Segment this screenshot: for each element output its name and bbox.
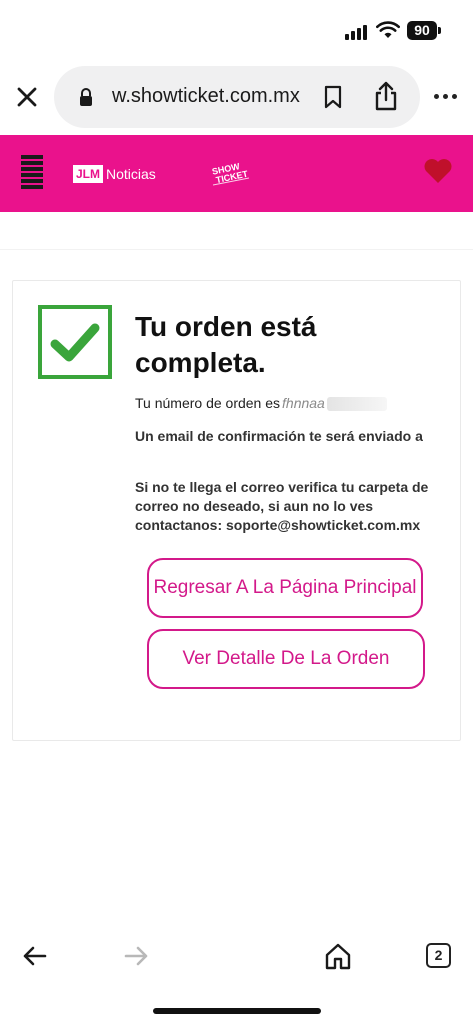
more-options-icon[interactable] (432, 88, 458, 108)
home-icon[interactable] (323, 942, 353, 970)
return-home-button[interactable]: Regresar A La Página Principal (147, 558, 423, 618)
battery-tip (438, 27, 441, 34)
home-indicator[interactable] (153, 1008, 321, 1014)
order-detail-button[interactable]: Ver Detalle De La Orden (147, 629, 425, 689)
browser-toolbar: w.showticket.com.mx (0, 62, 473, 134)
forward-arrow-icon[interactable] (121, 942, 151, 970)
wifi-icon (376, 21, 400, 38)
showticket-logo[interactable]: SHOW TICKET (207, 157, 255, 191)
order-number-line: Tu número de orden es fhnnaa (135, 395, 387, 412)
menu-icon[interactable] (21, 155, 43, 191)
order-number-label: Tu número de orden es (135, 395, 281, 411)
url-text[interactable]: w.showticket.com.mx (112, 85, 300, 108)
order-number-redacted (326, 397, 387, 412)
site-header: JLM Noticias SHOW TICKET (0, 135, 473, 212)
share-icon[interactable] (372, 80, 400, 112)
jlm-logo-text: Noticias (106, 166, 156, 182)
order-confirmation-card: Tu orden está completa. Tu número de ord… (12, 280, 461, 741)
browser-bottom-toolbar (0, 930, 473, 984)
address-bar[interactable]: w.showticket.com.mx (54, 66, 420, 128)
battery-icon: 90 (407, 21, 437, 40)
back-arrow-icon[interactable] (20, 942, 50, 970)
bookmark-icon[interactable] (322, 84, 344, 110)
order-number-value: fhnnaa (282, 395, 325, 411)
status-bar: 90 (0, 0, 473, 62)
cellular-signal-icon (345, 24, 369, 40)
heart-icon[interactable] (423, 158, 453, 184)
spam-folder-notice: Si no te llega el correo verifica tu car… (135, 479, 429, 533)
tabs-count-button[interactable]: 2 (426, 943, 451, 968)
lock-icon (80, 88, 92, 106)
sub-navigation-bar (0, 212, 473, 250)
page-title: Tu orden está completa. (135, 311, 317, 378)
email-notice: Un email de confirmación te será enviado… (135, 428, 423, 444)
checkmark-icon (38, 305, 112, 379)
close-icon[interactable] (12, 82, 42, 112)
jlm-logo-box: JLM (73, 165, 103, 183)
jlm-noticias-logo[interactable]: JLM Noticias (73, 165, 156, 183)
